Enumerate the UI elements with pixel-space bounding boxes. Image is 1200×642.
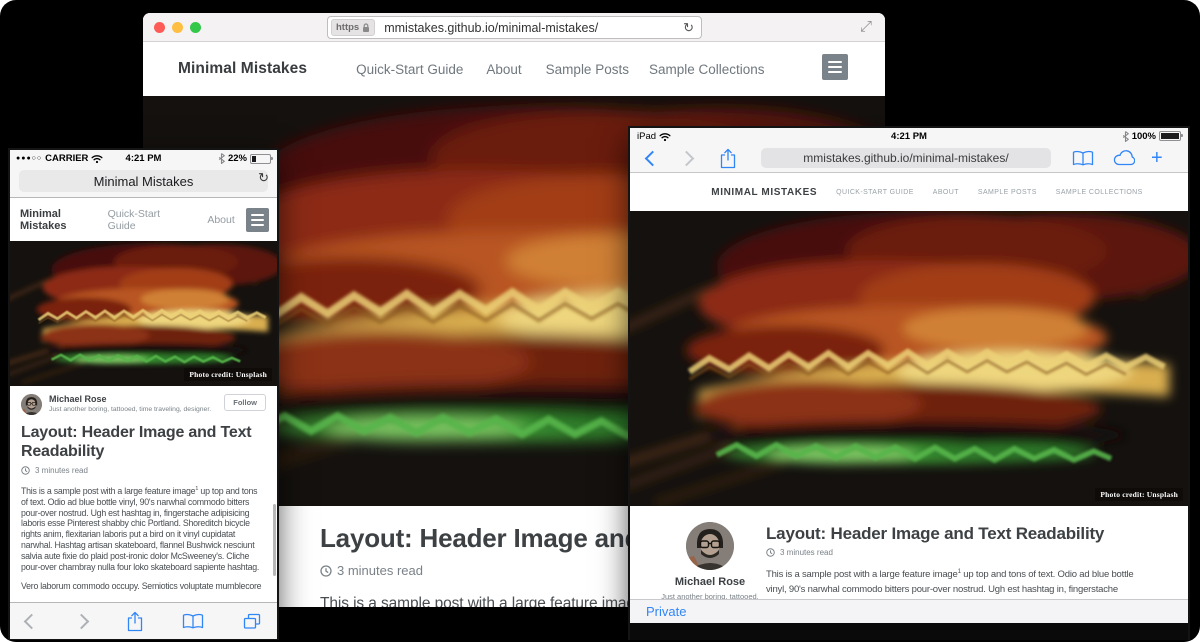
composite-canvas: https mmistakes.github.io/minimal-mistak…	[0, 0, 1200, 642]
iphone-toolbar	[10, 602, 277, 639]
ipad-device: iPad 4:21 PM 100% mmistakes.github.io/mi…	[630, 128, 1188, 638]
https-badge: https	[331, 19, 375, 36]
read-time: 3 minutes read	[766, 548, 1154, 557]
share-button[interactable]	[719, 148, 737, 169]
ipad-browser-toolbar: mmistakes.github.io/minimal-mistakes/ +	[630, 144, 1188, 173]
site-brand[interactable]: Minimal Mistakes	[20, 208, 108, 232]
feature-image: Photo credit: Unsplash	[10, 241, 277, 386]
forward-button[interactable]	[73, 613, 89, 629]
ipad-site-nav: MINIMAL MISTAKES QUICK-START GUIDE ABOUT…	[630, 173, 1188, 211]
url-text[interactable]: mmistakes.github.io/minimal-mistakes/	[384, 21, 598, 35]
battery-percent: 22%	[228, 153, 247, 164]
ipad-bottom-bezel	[630, 623, 1188, 640]
post-paragraph-2: Vero laborum commodo occupy. Semiotics v…	[21, 581, 266, 592]
back-button[interactable]	[24, 613, 40, 629]
nav-item-sample-collections[interactable]: Sample Collections	[649, 62, 765, 77]
nav-item-about[interactable]: About	[486, 62, 521, 77]
nav-item-about[interactable]: About	[207, 214, 234, 226]
author-bio: Just another boring, tattooed,	[658, 592, 762, 599]
fullscreen-icon[interactable]: ⤢	[860, 18, 872, 35]
follow-button[interactable]: Follow	[224, 394, 266, 411]
author-bio: Just another boring, tattooed, time trav…	[49, 406, 211, 413]
clock-icon	[21, 466, 30, 475]
author-block: Michael Rose Just another boring, tattoo…	[21, 394, 266, 415]
leaves-photo	[10, 241, 277, 386]
zoom-window-button[interactable]	[190, 22, 201, 33]
new-tab-button[interactable]: +	[1151, 148, 1163, 168]
back-button[interactable]	[645, 150, 661, 166]
bookmarks-button[interactable]	[182, 613, 204, 629]
iphone-device: ●●●○○ CARRIER 4:21 PM 22% Minimal Mistak…	[10, 150, 277, 638]
address-bar[interactable]: https mmistakes.github.io/minimal-mistak…	[327, 16, 702, 39]
iphone-site-nav: Minimal Mistakes Quick-Start Guide About	[10, 198, 277, 241]
desktop-site-nav: Minimal Mistakes Quick-Start Guide About…	[143, 42, 885, 96]
bluetooth-icon	[218, 153, 225, 164]
window-controls	[154, 22, 201, 33]
nav-item-sample-collections[interactable]: SAMPLE COLLECTIONS	[1056, 189, 1143, 196]
scrollbar[interactable]	[273, 504, 276, 576]
status-time: 4:21 PM	[630, 131, 1188, 142]
photo-credit: Photo credit: Unsplash	[184, 368, 272, 381]
author-name: Michael Rose	[49, 394, 211, 404]
close-window-button[interactable]	[154, 22, 165, 33]
author-name: Michael Rose	[658, 576, 762, 588]
nav-item-about[interactable]: ABOUT	[933, 189, 959, 196]
ipad-article: Michael Rose Just another boring, tattoo…	[630, 506, 1188, 599]
hamburger-menu-button[interactable]	[246, 208, 269, 232]
url-field[interactable]: Minimal Mistakes	[19, 170, 268, 192]
iphone-status-bar: ●●●○○ CARRIER 4:21 PM 22%	[10, 150, 277, 167]
desktop-browser-chrome: https mmistakes.github.io/minimal-mistak…	[143, 13, 885, 42]
page-title: Layout: Header Image and Text Readabilit…	[21, 424, 266, 461]
hamburger-menu-button[interactable]	[822, 54, 848, 80]
battery-percent: 100%	[1132, 131, 1156, 142]
reload-button[interactable]: ↻	[683, 20, 694, 36]
site-brand[interactable]: Minimal Mistakes	[178, 60, 307, 78]
post-paragraph: This is a sample post with a large featu…	[766, 565, 1154, 599]
bookmarks-button[interactable]	[1072, 150, 1094, 166]
tabs-button[interactable]	[243, 613, 261, 629]
avatar	[21, 394, 42, 415]
minimize-window-button[interactable]	[172, 22, 183, 33]
site-brand[interactable]: MINIMAL MISTAKES	[711, 187, 817, 198]
avatar	[686, 522, 734, 570]
battery-icon	[1159, 131, 1181, 141]
nav-item-sample-posts[interactable]: SAMPLE POSTS	[978, 189, 1037, 196]
iphone-article: Michael Rose Just another boring, tattoo…	[10, 386, 277, 602]
reload-button[interactable]: ↻	[258, 170, 269, 186]
url-field[interactable]: mmistakes.github.io/minimal-mistakes/	[761, 148, 1051, 168]
nav-item-quick-start-guide[interactable]: Quick-Start Guide	[356, 62, 463, 77]
clock-icon	[766, 548, 775, 557]
nav-item-quick-start-guide[interactable]: Quick-Start Guide	[108, 208, 189, 232]
private-browsing-bar: Private	[630, 599, 1188, 623]
share-button[interactable]	[126, 611, 144, 632]
iphone-url-row: Minimal Mistakes ↻	[10, 167, 277, 198]
nav-item-sample-posts[interactable]: Sample Posts	[546, 62, 629, 77]
feature-image: Photo credit: Unsplash	[630, 211, 1188, 506]
page-title: Layout: Header Image and Text Readabilit…	[766, 524, 1154, 544]
author-block: Michael Rose Just another boring, tattoo…	[658, 506, 762, 599]
leaves-photo	[630, 211, 1188, 506]
nav-item-quick-start-guide[interactable]: QUICK-START GUIDE	[836, 189, 914, 196]
lock-icon	[362, 23, 370, 33]
ipad-status-bar: iPad 4:21 PM 100%	[630, 128, 1188, 144]
battery-icon	[250, 154, 271, 164]
icloud-tabs-button[interactable]	[1111, 150, 1135, 166]
read-time: 3 minutes read	[21, 466, 266, 475]
photo-credit: Photo credit: Unsplash	[1095, 488, 1183, 501]
bluetooth-icon	[1122, 131, 1129, 142]
https-label: https	[336, 22, 359, 33]
forward-button[interactable]	[679, 150, 695, 166]
clock-icon	[320, 565, 332, 577]
post-paragraph: This is a sample post with a large featu…	[21, 484, 266, 572]
private-button[interactable]: Private	[646, 604, 686, 619]
